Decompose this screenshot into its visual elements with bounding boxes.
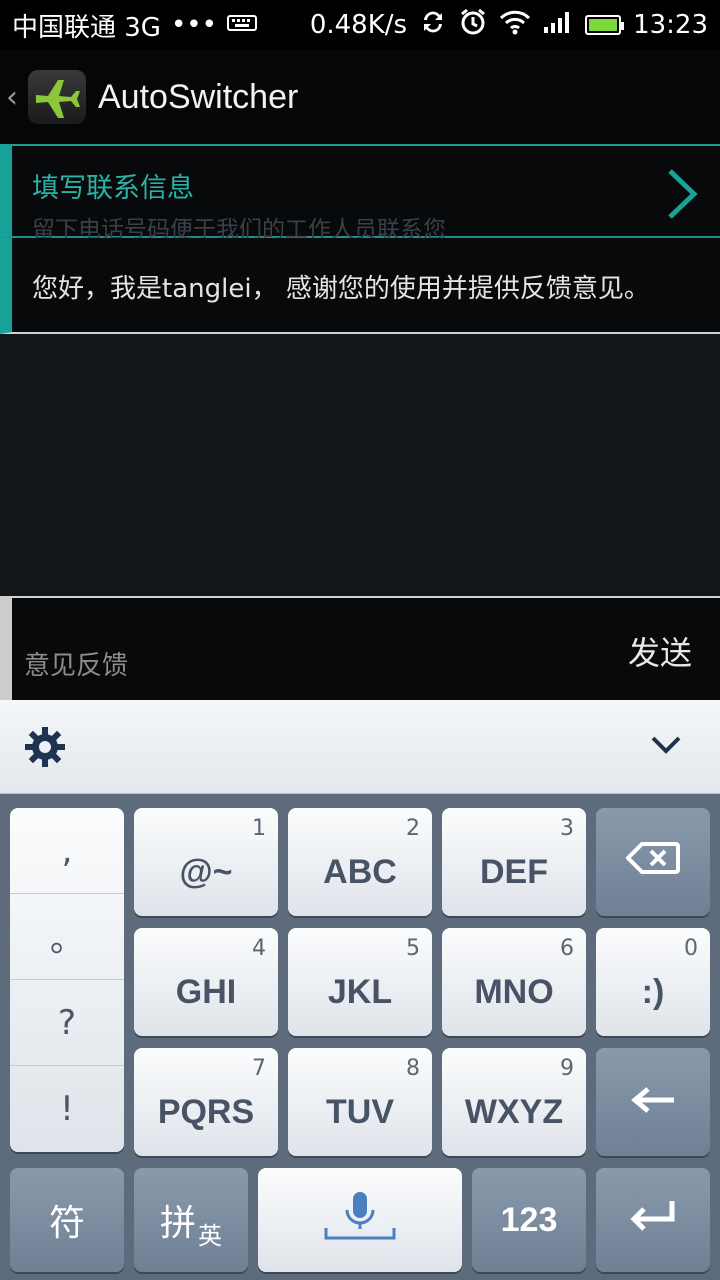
- key-number: 1: [252, 816, 266, 841]
- key-2[interactable]: 2 ABC: [288, 808, 432, 916]
- pinyin-english-toggle-key[interactable]: 拼 英: [134, 1168, 248, 1272]
- chevron-right-icon: [666, 168, 700, 224]
- enter-icon: [628, 1199, 678, 1242]
- punct-key-question[interactable]: ?: [10, 980, 124, 1066]
- airplane-icon[interactable]: [28, 70, 86, 124]
- key-label: MNO: [474, 973, 554, 1011]
- sync-icon: [419, 8, 447, 43]
- key-number: 6: [560, 936, 574, 961]
- key-number: 8: [406, 1056, 420, 1081]
- key-label: PQRS: [157, 1093, 255, 1131]
- signal-icon: [543, 10, 573, 41]
- key-6[interactable]: 6 MNO: [442, 928, 586, 1036]
- enter-key[interactable]: [596, 1168, 710, 1272]
- key-3[interactable]: 3 DEF: [442, 808, 586, 916]
- contact-info-row[interactable]: 填写联系信息 留下电话号码便于我们的工作人员联系您: [0, 144, 720, 240]
- network-speed: 0.48K/s: [309, 10, 408, 40]
- key-5[interactable]: 5 JKL: [288, 928, 432, 1036]
- numeric-key[interactable]: 123: [472, 1168, 586, 1272]
- contact-info-subtitle: 留下电话号码便于我们的工作人员联系您: [32, 217, 446, 240]
- key-label: WXYZ: [464, 1093, 564, 1131]
- message-row: 您好，我是tanglei， 感谢您的使用并提供反馈意见。: [0, 238, 720, 334]
- send-button[interactable]: 发送: [628, 628, 692, 674]
- key-1[interactable]: 1 @~: [134, 808, 278, 916]
- arrow-left-icon: [630, 1082, 676, 1123]
- key-9[interactable]: 9 WXYZ: [442, 1048, 586, 1156]
- clock: 13:23: [633, 10, 708, 40]
- key-label: JKL: [327, 973, 393, 1011]
- key-label: @~: [179, 853, 233, 891]
- key-label: TUV: [326, 1093, 394, 1131]
- key-8[interactable]: 8 TUV: [288, 1048, 432, 1156]
- key-number: 4: [252, 936, 266, 961]
- microphone-icon: [322, 1190, 398, 1251]
- carrier-label: 中国联通 3G: [12, 12, 161, 43]
- english-label: 英: [198, 1221, 222, 1250]
- key-label: DEF: [480, 853, 548, 891]
- punct-key-comma[interactable]: ,: [10, 808, 124, 894]
- key-number: 0: [684, 936, 698, 961]
- key-label: ABC: [323, 853, 397, 891]
- feedback-input[interactable]: [24, 598, 584, 698]
- key-number: 2: [406, 816, 420, 841]
- notification-dots: •••: [170, 10, 217, 40]
- key-number: 3: [560, 816, 574, 841]
- message-text: 您好，我是tanglei， 感谢您的使用并提供反馈意见。: [32, 274, 650, 304]
- punct-key-period[interactable]: 。: [10, 894, 124, 980]
- action-bar: ‹ AutoSwitcher: [0, 50, 720, 144]
- backspace-icon: [625, 841, 680, 883]
- symbol-key[interactable]: 符: [10, 1168, 124, 1272]
- key-number: 9: [560, 1056, 574, 1081]
- pinyin-label: 拼: [159, 1203, 196, 1244]
- app-title: AutoSwitcher: [98, 77, 299, 116]
- contact-info-title: 填写联系信息: [32, 173, 194, 204]
- punct-key-exclaim[interactable]: !: [10, 1066, 124, 1152]
- keyboard-toolbar: [0, 700, 720, 794]
- wifi-icon: [499, 9, 531, 42]
- gear-icon[interactable]: [24, 726, 66, 772]
- key-7[interactable]: 7 PQRS: [134, 1048, 278, 1156]
- key-number: 5: [406, 936, 420, 961]
- battery-icon: [585, 15, 625, 35]
- conversation-area: 填写联系信息 留下电话号码便于我们的工作人员联系您 您好，我是tanglei， …: [0, 144, 720, 596]
- t9-keyboard: , 。 ? ! 1 @~ 2 ABC 3 DEF 4 GHI 5 JKL 6 M…: [0, 794, 720, 1280]
- back-caret-icon[interactable]: ‹: [6, 80, 28, 115]
- feedback-bar: 发送: [0, 596, 720, 700]
- symbol-key-label: 符: [48, 1203, 85, 1244]
- key-4[interactable]: 4 GHI: [134, 928, 278, 1036]
- keyboard-icon: [226, 10, 257, 40]
- status-bar: 中国联通 3G ••• 0.48K/s 13:23: [0, 0, 720, 50]
- key-number: 7: [252, 1056, 266, 1081]
- key-0-emoticon[interactable]: 0 :): [596, 928, 710, 1036]
- key-label: GHI: [175, 973, 237, 1011]
- backspace-key[interactable]: [596, 808, 710, 916]
- punctuation-column: , 。 ? !: [10, 808, 124, 1152]
- cursor-left-key[interactable]: [596, 1048, 710, 1156]
- numeric-key-label: 123: [500, 1200, 558, 1239]
- space-voice-key[interactable]: [258, 1168, 462, 1272]
- alarm-icon: [459, 8, 487, 43]
- chevron-down-icon[interactable]: [650, 734, 682, 760]
- key-label: :): [641, 973, 665, 1011]
